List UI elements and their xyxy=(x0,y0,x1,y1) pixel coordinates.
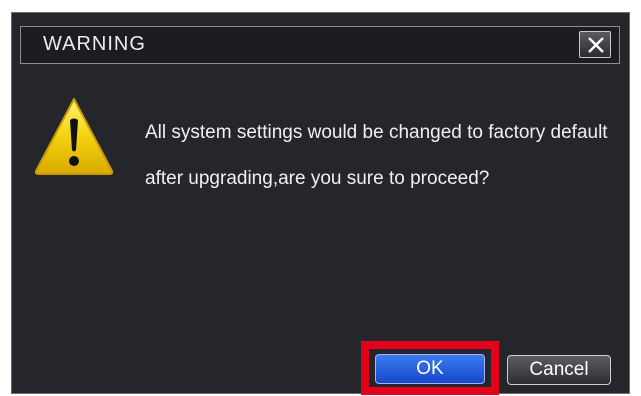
dialog-title: WARNING xyxy=(43,33,146,55)
cancel-button[interactable]: Cancel xyxy=(507,355,611,385)
dialog-title-bar: WARNING xyxy=(20,26,620,64)
ok-button[interactable]: OK xyxy=(375,354,485,384)
close-icon xyxy=(588,37,604,53)
dialog-message: All system settings would be changed to … xyxy=(145,122,608,189)
warning-dialog: WARNING All system settings would be cha… xyxy=(11,12,630,395)
warning-triangle-icon xyxy=(34,98,114,175)
close-button[interactable] xyxy=(579,31,611,58)
